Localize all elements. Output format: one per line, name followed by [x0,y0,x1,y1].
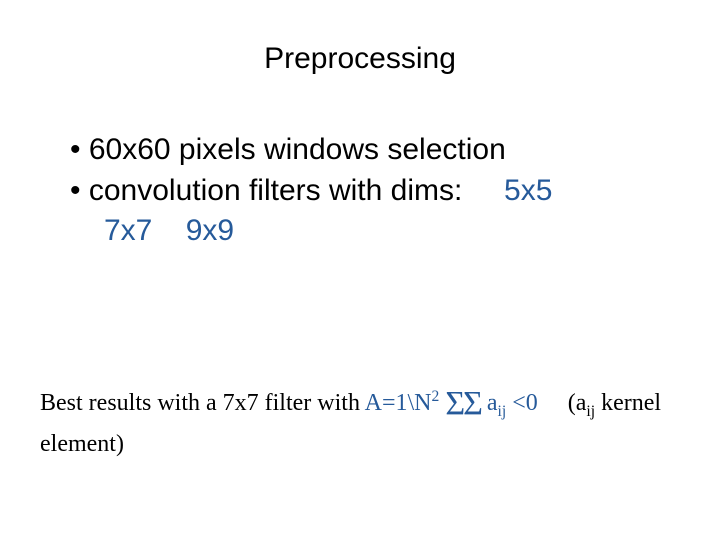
footnote-post-open: (a [568,390,587,416]
slide-title: Preprocessing [0,42,720,76]
dim-7x7: 7x7 [104,214,152,247]
bullet-2-text: convolution filters with dims: [89,174,462,207]
dim-9x9: 9x9 [186,214,234,247]
bullet-2-cont: 7x7 9x9 [70,211,680,252]
footnote-pre: Best results with a 7x7 filter with [40,390,365,416]
bullet-2: • convolution filters with dims: 5x5 [70,171,680,212]
sigma-icon: ΣΣ [445,385,481,422]
bullet-list: • 60x60 pixels windows selection • convo… [70,130,680,252]
formula-lt0: <0 [512,390,538,416]
bullet-dot: • [70,174,81,207]
formula-aij-ij: ij [498,403,507,420]
slide: Preprocessing • 60x60 pixels windows sel… [0,0,720,540]
bullet-1: • 60x60 pixels windows selection [70,130,680,171]
footnote: Best results with a 7x7 filter with A=1\… [40,380,690,461]
bullet-dot: • [70,133,81,166]
footnote-post-ij: ij [586,403,595,420]
formula-a: A=1\N [365,390,432,416]
formula-aij-a: a [487,390,498,416]
formula: A=1\N2 ΣΣ aij <0 [365,390,544,416]
dim-5x5: 5x5 [504,174,552,207]
formula-sup2: 2 [432,388,440,405]
bullet-1-text: 60x60 pixels windows selection [89,133,506,166]
